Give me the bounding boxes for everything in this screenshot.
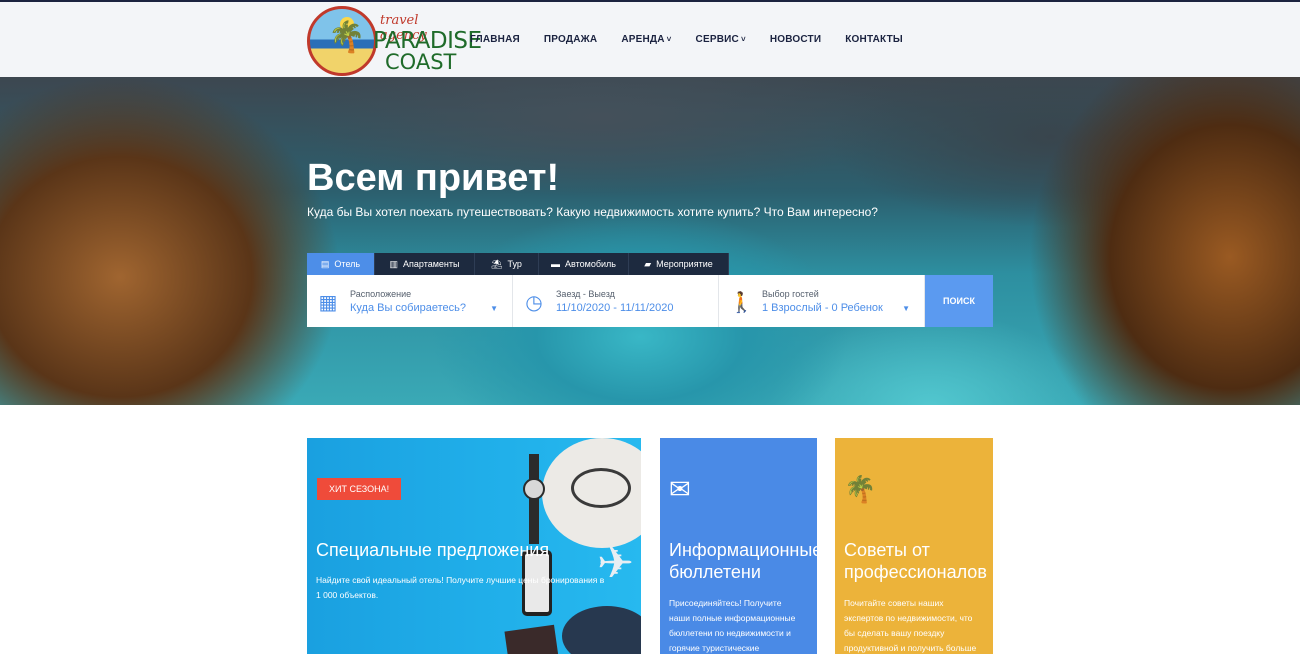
nav-item-contacts[interactable]: КОНТАКТЫ	[845, 34, 903, 45]
card-expert-tips[interactable]: 🌴 Советы от профессионалов Почитайте сов…	[835, 438, 993, 654]
nav-item-service[interactable]: СЕРВИС ˅	[696, 34, 746, 45]
hero-subtitle: Куда бы Вы хотел поехать путешествовать?…	[307, 205, 878, 219]
envelope-icon: ✉	[669, 475, 691, 505]
guests-field[interactable]: 🚶 Выбор гостей 1 Взрослый - 0 Ребенок ▼	[719, 275, 925, 327]
nav-item-rent[interactable]: АРЕНДА ˅	[621, 34, 671, 45]
nav-item-news[interactable]: НОВОСТИ	[770, 34, 821, 45]
card-special-offers[interactable]: ✈ ХИТ СЕЗОНА! Специальные предложения На…	[307, 438, 641, 654]
hero-banner: Всем привет! Куда бы Вы хотел поехать пу…	[0, 77, 1300, 405]
palm-icon: 🌴	[328, 20, 366, 55]
clock-icon: ◷	[525, 290, 543, 314]
apartment-icon: ▥	[389, 258, 399, 269]
building-icon: ▤	[320, 258, 330, 269]
search-form: ▦ Расположение Куда Вы собираетесь? ▼ ◷ …	[307, 275, 993, 327]
shoe-image	[562, 606, 641, 654]
tab-car[interactable]: ▬ Автомобиль	[539, 253, 629, 275]
expert-tips-text: Почитайте советы наших экспертов по недв…	[844, 598, 977, 653]
main-nav: ГЛАВНАЯ ПРОДАЖА АРЕНДА ˅ СЕРВИС ˅ НОВОСТИ …	[470, 34, 927, 45]
caret-down-icon: ▼	[490, 304, 498, 313]
nav-item-sale[interactable]: ПРОДАЖА	[544, 34, 597, 45]
card-newsletter[interactable]: ✉ Информационные бюллетени Присоединяйте…	[660, 438, 817, 654]
dates-field[interactable]: ◷ Заезд - Выезд 11/10/2020 - 11/11/2020	[513, 275, 719, 327]
logo-emblem: 🌴	[307, 6, 377, 76]
passport-image	[504, 624, 560, 654]
beach-icon: ⛱	[491, 258, 503, 269]
car-icon: ▬	[551, 259, 561, 269]
dates-label: Заезд - Выезд	[556, 289, 615, 299]
special-offers-text: Найдите свой идеальный отель! Получите л…	[316, 575, 605, 600]
watch-image	[523, 478, 545, 500]
chevron-down-icon: ˅	[666, 35, 672, 44]
location-field[interactable]: ▦ Расположение Куда Вы собираетесь? ▼	[307, 275, 513, 327]
site-header: 🌴 travel agency PARADISE COAST ГЛАВНАЯ П…	[0, 2, 1300, 77]
search-button[interactable]: ПОИСК	[925, 275, 993, 327]
map-icon: ▦	[318, 290, 338, 314]
expert-tips-title: Советы от профессионалов	[844, 540, 987, 582]
tab-hotel[interactable]: ▤ Отель	[307, 253, 375, 275]
chevron-down-icon: ˅	[740, 35, 746, 44]
hat-band-image	[571, 468, 631, 508]
newsletter-title: Информационные бюллетени	[669, 540, 817, 582]
hit-season-badge: ХИТ СЕЗОНА!	[317, 478, 402, 500]
search-tabs: ▤ Отель ▥ Апартаменты ⛱ Тур ▬ Автомобиль ▰ Ме…	[307, 253, 729, 275]
dates-value: 11/10/2020 - 11/11/2020	[556, 302, 674, 314]
newsletter-text: Присоединяйтесь! Получите наши полные ин…	[669, 598, 796, 653]
logo-name-line2: COAST	[385, 50, 457, 74]
tab-tour[interactable]: ⛱ Тур	[475, 253, 539, 275]
location-value: Куда Вы собираетесь?	[350, 302, 466, 314]
nav-item-home[interactable]: ГЛАВНАЯ	[470, 34, 520, 45]
special-offers-title: Специальные предложения	[316, 540, 550, 560]
person-walking-icon: 🚶	[729, 290, 754, 314]
palm-tree-icon: 🌴	[844, 475, 877, 505]
guests-value: 1 Взрослый - 0 Ребенок	[762, 302, 883, 314]
hero-title: Всем привет!	[307, 157, 560, 199]
ticket-icon: ▰	[644, 258, 652, 269]
tab-apartments[interactable]: ▥ Апартаменты	[375, 253, 475, 275]
location-label: Расположение	[350, 289, 412, 299]
logo[interactable]: 🌴 travel agency PARADISE COAST	[307, 6, 482, 78]
guests-label: Выбор гостей	[762, 289, 819, 299]
tab-event[interactable]: ▰ Мероприятие	[629, 253, 729, 275]
caret-down-icon: ▼	[902, 304, 910, 313]
